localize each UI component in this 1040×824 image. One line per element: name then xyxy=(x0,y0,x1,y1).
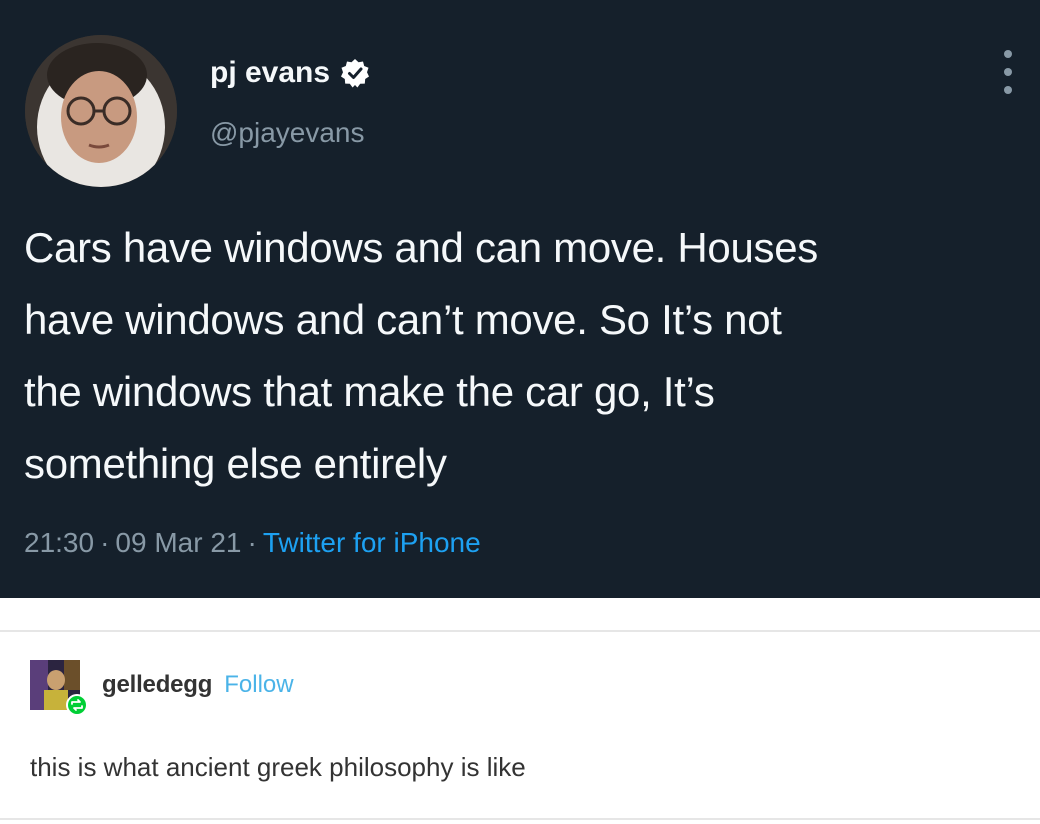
tweet-text-line: have windows and can’t move. So It’s not xyxy=(24,296,782,343)
tweet-text: Cars have windows and can move. Houses h… xyxy=(24,212,1014,500)
reblog-username[interactable]: gelledegg xyxy=(102,671,212,699)
dot-icon xyxy=(1004,50,1012,58)
dot-icon xyxy=(1004,68,1012,76)
user-avatar[interactable] xyxy=(25,35,177,187)
reblog-comment: this is what ancient greek philosophy is… xyxy=(30,752,526,782)
divider xyxy=(0,630,1040,632)
avatar-photo-icon xyxy=(25,35,177,187)
reblog-icon xyxy=(66,694,88,716)
tweet-text-line: Cars have windows and can move. Houses xyxy=(24,224,819,271)
reblog-header: gelledegg Follow xyxy=(30,660,294,716)
follow-button[interactable]: Follow xyxy=(224,671,293,699)
tweet-text-line: something else entirely xyxy=(24,440,447,487)
dot-icon xyxy=(1004,86,1012,94)
reblog-avatar[interactable] xyxy=(30,660,88,716)
meta-separator: · xyxy=(100,527,110,558)
verified-badge-icon xyxy=(340,58,370,88)
divider xyxy=(0,818,1040,820)
tweet-text-line: the windows that make the car go, It’s xyxy=(24,368,715,415)
tweet-card: pj evans @pjayevans Cars have windows an… xyxy=(0,0,1040,598)
more-options-icon[interactable] xyxy=(1001,50,1015,94)
tweet-metadata: 21:30 · 09 Mar 21 · Twitter for iPhone xyxy=(24,525,481,561)
user-handle[interactable]: @pjayevans xyxy=(210,117,365,149)
meta-separator: · xyxy=(247,527,257,558)
display-name[interactable]: pj evans xyxy=(210,55,330,91)
display-name-row: pj evans xyxy=(210,55,370,91)
tweet-source-link[interactable]: Twitter for iPhone xyxy=(263,527,481,558)
tweet-time[interactable]: 21:30 xyxy=(24,527,94,558)
tweet-date[interactable]: 09 Mar 21 xyxy=(115,527,241,558)
